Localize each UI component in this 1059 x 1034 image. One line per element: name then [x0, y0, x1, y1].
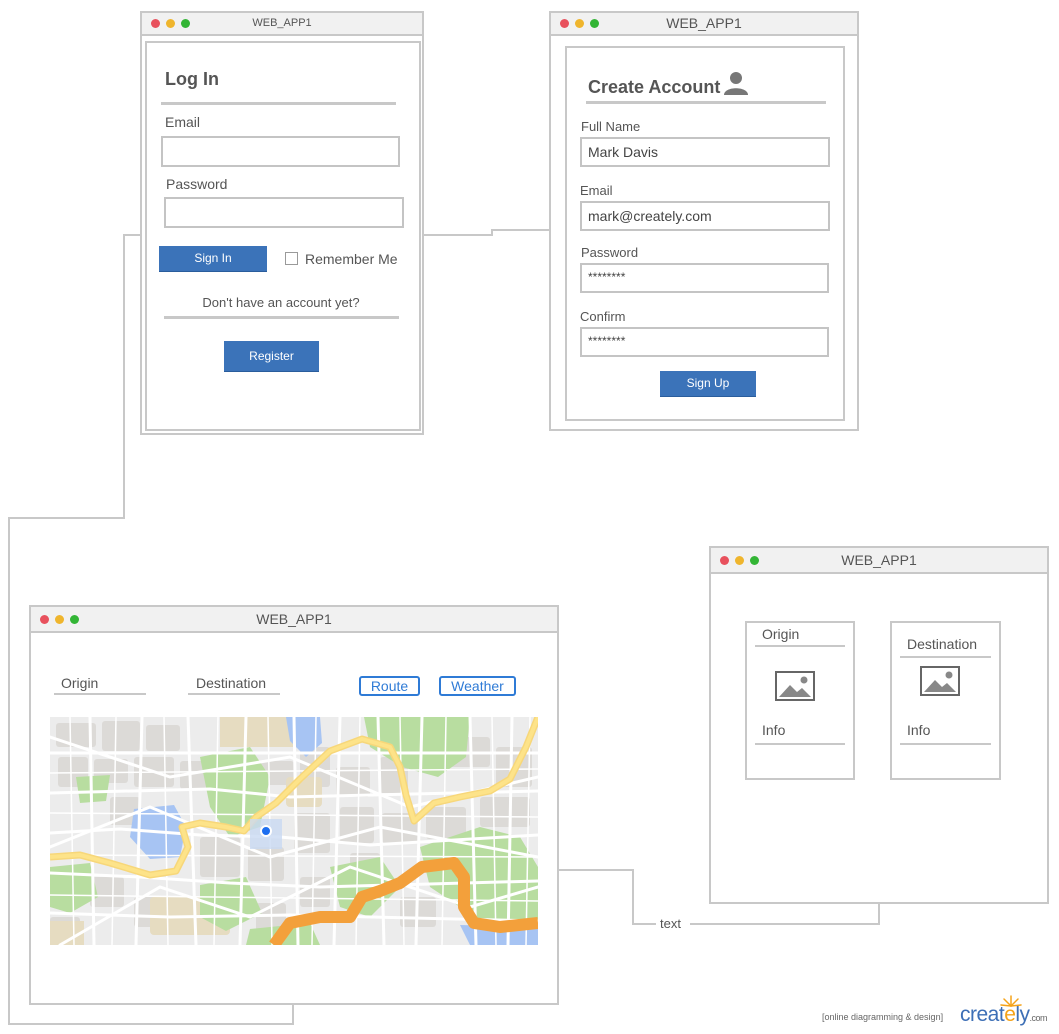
- sun-rays-icon: [1000, 995, 1022, 1007]
- destination-label: Destination: [196, 675, 267, 691]
- card-heading: Origin: [762, 626, 800, 642]
- window-title: WEB_APP1: [841, 552, 917, 568]
- logo-domain: .com: [1029, 1013, 1048, 1023]
- email-input[interactable]: mark@creately.com: [580, 201, 830, 231]
- no-account-text: Don't have an account yet?: [202, 295, 360, 310]
- register-button[interactable]: Register: [224, 341, 319, 371]
- card-info-underline: [755, 743, 845, 745]
- full-name-label: Full Name: [581, 119, 641, 134]
- user-icon: [724, 72, 748, 95]
- heading-underline: [586, 101, 826, 104]
- password-label: Password: [581, 245, 639, 260]
- confirm-password-input[interactable]: ********: [580, 327, 829, 357]
- image-placeholder-icon: [775, 671, 815, 701]
- window-title: WEB_APP1: [256, 611, 332, 627]
- login-panel: Log In Email Password Sign In Remember M…: [145, 41, 421, 431]
- email-input[interactable]: [161, 136, 400, 167]
- login-window: WEB_APP1 Log In Email Password Sign In R…: [140, 11, 424, 435]
- sign-in-button[interactable]: Sign In: [159, 246, 267, 271]
- card-info-label: Info: [762, 722, 786, 738]
- window-title: WEB_APP1: [666, 15, 742, 31]
- origin-label: Origin: [61, 675, 99, 691]
- window-titlebar: WEB_APP1: [551, 13, 857, 36]
- full-name-input[interactable]: Mark Davis: [580, 137, 830, 167]
- origin-card[interactable]: Origin Info: [745, 621, 855, 780]
- image-placeholder-icon: [920, 666, 960, 696]
- sign-up-button[interactable]: Sign Up: [660, 371, 756, 396]
- divider: [164, 316, 399, 319]
- card-heading: Destination: [907, 636, 978, 652]
- route-button[interactable]: Route: [359, 676, 420, 696]
- card-heading-underline: [755, 645, 845, 647]
- origin-underline: [54, 693, 146, 695]
- create-account-heading: Create Account: [588, 77, 721, 97]
- window-titlebar: WEB_APP1: [711, 548, 1047, 574]
- window-titlebar: WEB_APP1: [142, 13, 422, 36]
- window-titlebar: WEB_APP1: [31, 607, 557, 633]
- card-info-label: Info: [907, 722, 931, 738]
- map-image[interactable]: [50, 717, 538, 945]
- card-info-underline: [900, 743, 991, 745]
- create-account-window: WEB_APP1 Create Account Full Name Mark D…: [549, 11, 859, 431]
- remember-me-label: Remember Me: [305, 251, 398, 267]
- password-label: Password: [166, 176, 228, 192]
- destination-underline: [188, 693, 280, 695]
- remember-me-checkbox[interactable]: [285, 252, 298, 265]
- detail-window: WEB_APP1 Origin Info Destination Info: [709, 546, 1049, 904]
- footer-tagline: [online diagramming & design]: [822, 1012, 944, 1022]
- confirm-label: Confirm: [580, 309, 626, 324]
- connector-label: text: [660, 916, 681, 931]
- email-label: Email: [580, 183, 613, 198]
- logo-text-prefix: creat: [960, 1003, 1005, 1026]
- create-account-panel: Create Account Full Name Mark Davis Emai…: [565, 46, 845, 421]
- card-heading-underline: [900, 656, 991, 658]
- weather-button[interactable]: Weather: [439, 676, 516, 696]
- password-input[interactable]: [164, 197, 404, 228]
- email-label: Email: [165, 114, 201, 130]
- password-input[interactable]: ********: [580, 263, 829, 293]
- window-title: WEB_APP1: [252, 17, 312, 29]
- heading-underline: [161, 102, 396, 105]
- destination-card[interactable]: Destination Info: [890, 621, 1001, 780]
- map-window: WEB_APP1 Origin Destination Route Weathe…: [29, 605, 559, 1005]
- login-heading: Log In: [165, 69, 219, 89]
